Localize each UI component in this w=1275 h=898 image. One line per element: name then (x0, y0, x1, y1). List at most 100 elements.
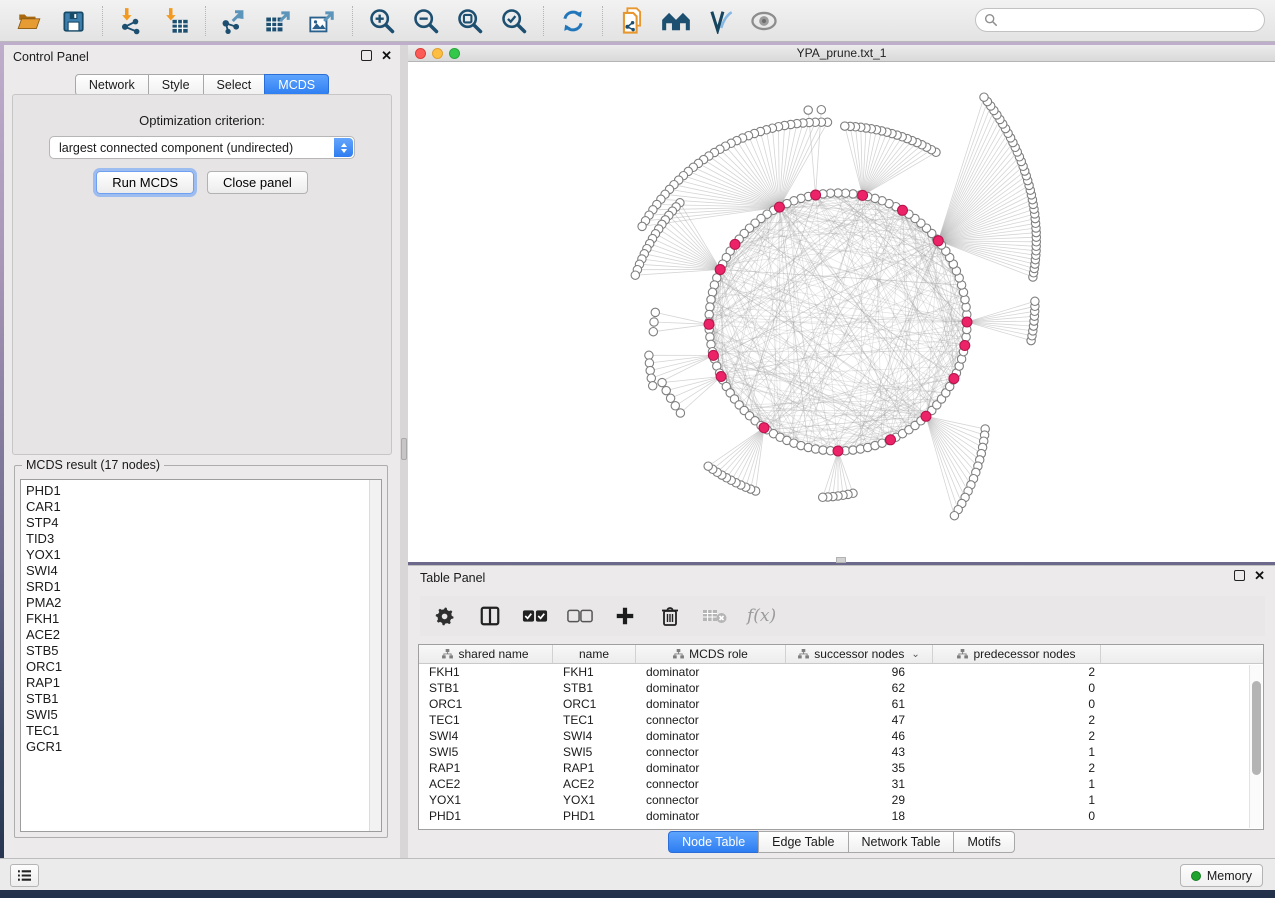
mcds-result-list[interactable]: PHD1CAR1STP4TID3YOX1SWI4SRD1PMA2FKH1ACE2… (20, 479, 382, 832)
zoom-in-button[interactable] (367, 6, 397, 36)
mcds-node[interactable] (898, 205, 908, 215)
list-item[interactable]: TID3 (26, 531, 381, 547)
zoom-fit-button[interactable] (455, 6, 485, 36)
close-window-icon[interactable] (415, 48, 426, 59)
column-header-shared-name[interactable]: shared name (419, 645, 553, 663)
open-file-button[interactable] (14, 6, 44, 36)
panel-menu-button[interactable] (10, 864, 39, 887)
zoom-out-button[interactable] (411, 6, 441, 36)
show-columns-button[interactable] (477, 603, 503, 629)
list-item[interactable]: ACE2 (26, 627, 381, 643)
list-item[interactable]: CAR1 (26, 499, 381, 515)
clear-selection-button[interactable] (567, 603, 593, 629)
table-scrollbar-thumb[interactable] (1252, 681, 1261, 775)
list-item[interactable]: FKH1 (26, 611, 381, 627)
mcds-node[interactable] (715, 265, 725, 275)
list-item[interactable]: PHD1 (26, 483, 381, 499)
list-item[interactable]: ORC1 (26, 659, 381, 675)
splitter-handle[interactable] (401, 438, 407, 460)
horizontal-splitter-handle[interactable] (836, 557, 846, 563)
delete-table-button[interactable] (702, 603, 728, 629)
table-options-button[interactable] (432, 603, 458, 629)
table-row[interactable]: STB1STB1dominator620 (419, 680, 1263, 696)
first-neighbors-button[interactable] (661, 6, 691, 36)
mcds-node[interactable] (730, 239, 740, 249)
import-network-button[interactable] (117, 6, 147, 36)
list-item[interactable]: GCR1 (26, 739, 381, 755)
mcds-list-scrollbar[interactable] (369, 480, 381, 831)
mcds-node[interactable] (933, 236, 943, 246)
tab-select[interactable]: Select (203, 74, 266, 96)
table-row[interactable]: ACE2ACE2connector311 (419, 776, 1263, 792)
mcds-node[interactable] (704, 319, 714, 329)
table-row[interactable]: ORC1ORC1dominator610 (419, 696, 1263, 712)
list-item[interactable]: SRD1 (26, 579, 381, 595)
hide-selected-button[interactable] (705, 6, 735, 36)
table-scrollbar[interactable] (1249, 665, 1262, 828)
table-row[interactable]: SWI5SWI5connector431 (419, 744, 1263, 760)
tab-edge-table[interactable]: Edge Table (758, 831, 848, 853)
delete-row-button[interactable] (657, 603, 683, 629)
table-row[interactable]: FKH1FKH1dominator962 (419, 664, 1263, 680)
refresh-button[interactable] (558, 6, 588, 36)
minimize-window-icon[interactable] (432, 48, 443, 59)
mcds-node[interactable] (962, 317, 972, 327)
select-all-button[interactable] (522, 603, 548, 629)
list-item[interactable]: STB5 (26, 643, 381, 659)
save-session-button[interactable] (58, 6, 88, 36)
tab-style[interactable]: Style (148, 74, 204, 96)
function-builder-button[interactable]: f(x) (747, 603, 776, 629)
list-item[interactable]: SWI5 (26, 707, 381, 723)
float-panel-icon[interactable] (361, 50, 372, 61)
tab-motifs[interactable]: Motifs (953, 831, 1014, 853)
column-header-MCDS-role[interactable]: MCDS role (636, 645, 786, 663)
mcds-node[interactable] (759, 423, 769, 433)
tab-mcds[interactable]: MCDS (264, 74, 329, 96)
criterion-dropdown[interactable]: largest connected component (undirected) (49, 136, 355, 159)
mcds-node[interactable] (921, 411, 931, 421)
table-row[interactable]: RAP1RAP1dominator352 (419, 760, 1263, 776)
memory-button[interactable]: Memory (1180, 864, 1263, 887)
maximize-window-icon[interactable] (449, 48, 460, 59)
show-all-button[interactable] (749, 6, 779, 36)
search-input[interactable] (1003, 13, 1264, 27)
mcds-node[interactable] (833, 446, 843, 456)
export-network-button[interactable] (220, 6, 250, 36)
export-image-button[interactable] (308, 6, 338, 36)
tab-node-table[interactable]: Node Table (668, 831, 759, 853)
table-row[interactable]: YOX1YOX1connector291 (419, 792, 1263, 808)
float-table-panel-icon[interactable] (1234, 570, 1245, 581)
column-header-predecessor-nodes[interactable]: predecessor nodes (933, 645, 1101, 663)
list-item[interactable]: TEC1 (26, 723, 381, 739)
column-header-successor-nodes[interactable]: successor nodes⌄ (786, 645, 933, 663)
network-canvas[interactable] (408, 62, 1275, 562)
close-panel-button[interactable]: Close panel (207, 171, 308, 194)
mcds-node[interactable] (708, 350, 718, 360)
mcds-node[interactable] (858, 190, 868, 200)
mcds-node[interactable] (949, 374, 959, 384)
vertical-splitter[interactable] (400, 45, 408, 858)
mcds-node[interactable] (960, 341, 970, 351)
export-table-button[interactable] (264, 6, 294, 36)
mcds-node[interactable] (716, 372, 726, 382)
zoom-selected-button[interactable] (499, 6, 529, 36)
list-item[interactable]: SWI4 (26, 563, 381, 579)
mcds-node[interactable] (886, 435, 896, 445)
list-item[interactable]: RAP1 (26, 675, 381, 691)
search-box[interactable] (975, 8, 1265, 32)
tab-network-table[interactable]: Network Table (848, 831, 955, 853)
list-item[interactable]: STP4 (26, 515, 381, 531)
run-mcds-button[interactable]: Run MCDS (96, 171, 194, 194)
import-table-button[interactable] (161, 6, 191, 36)
list-item[interactable]: YOX1 (26, 547, 381, 563)
add-row-button[interactable] (612, 603, 638, 629)
column-header-name[interactable]: name (553, 645, 636, 663)
list-item[interactable]: STB1 (26, 691, 381, 707)
new-network-from-selection-button[interactable] (617, 6, 647, 36)
table-row[interactable]: SWI4SWI4dominator462 (419, 728, 1263, 744)
mcds-node[interactable] (774, 202, 784, 212)
tab-network[interactable]: Network (75, 74, 149, 96)
close-panel-icon[interactable]: ✕ (381, 50, 392, 61)
table-row[interactable]: PHD1PHD1dominator180 (419, 808, 1263, 824)
network-titlebar[interactable]: YPA_prune.txt_1 (408, 45, 1275, 62)
